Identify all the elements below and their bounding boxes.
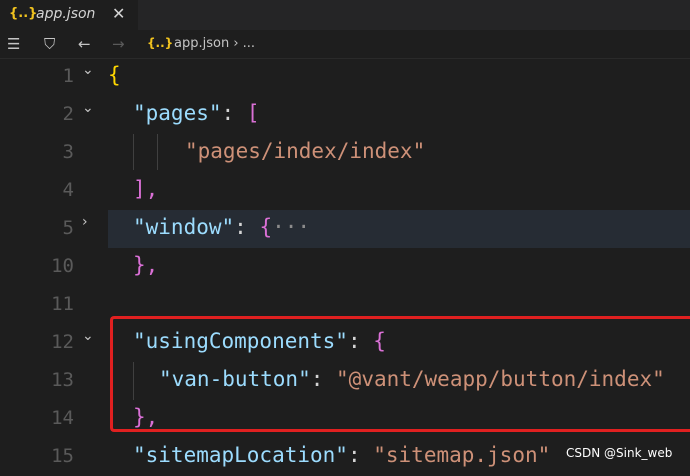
line-number: 2	[62, 103, 74, 125]
line-number: 1	[62, 65, 74, 87]
chevron-down-icon[interactable]: ⌄	[82, 328, 94, 344]
code-line: 1 ⌄ {	[0, 58, 690, 96]
code-line: 4 ],	[0, 172, 690, 210]
json-string: "sitemap.json"	[373, 443, 551, 467]
json-string: "pages/index/index"	[185, 139, 426, 163]
tab-bar: {..} app.json ✕	[0, 0, 690, 30]
brace: {	[108, 63, 121, 87]
forward-arrow-icon[interactable]: →	[112, 35, 125, 53]
code-line: 3 "pages/index/index"	[0, 134, 690, 172]
bookmark-icon[interactable]: ⛉	[44, 35, 55, 53]
code-line: 2 ⌄ "pages": [	[0, 96, 690, 134]
tab-app-json[interactable]: {..} app.json ✕	[0, 0, 138, 30]
line-number: 5	[62, 217, 74, 239]
tab-label: app.json	[36, 6, 96, 22]
json-key: "sitemapLocation"	[133, 443, 348, 467]
chevron-down-icon[interactable]: ⌄	[82, 100, 94, 116]
code-line-folded: 5 › "window": {···	[0, 210, 690, 248]
highlight-annotation-box	[110, 316, 690, 432]
line-number: 14	[51, 407, 74, 429]
watermark: CSDN @Sink_web	[566, 446, 673, 460]
line-number: 12	[51, 331, 74, 353]
json-key: "window"	[133, 215, 235, 239]
code-line: 10 },	[0, 248, 690, 286]
chevron-right-icon[interactable]: ›	[82, 214, 88, 230]
line-number: 3	[62, 141, 74, 163]
json-file-icon: {..}	[147, 36, 174, 50]
close-icon[interactable]: ✕	[112, 4, 125, 23]
folded-ellipsis[interactable]: ···	[272, 215, 310, 239]
outline-list-icon[interactable]: ☰	[7, 35, 20, 53]
breadcrumb: ☰ ⛉ ← → {..} app.json › ...	[0, 30, 690, 59]
line-number: 13	[51, 369, 74, 391]
line-number: 15	[51, 445, 74, 467]
line-number: 10	[51, 255, 74, 277]
json-key: "pages"	[133, 101, 222, 125]
chevron-down-icon[interactable]: ⌄	[82, 62, 94, 78]
line-number: 11	[51, 293, 74, 315]
line-number: 4	[62, 179, 74, 201]
json-file-icon: {..}	[9, 6, 38, 21]
breadcrumb-path[interactable]: app.json › ...	[174, 36, 255, 51]
back-arrow-icon[interactable]: ←	[78, 35, 91, 53]
